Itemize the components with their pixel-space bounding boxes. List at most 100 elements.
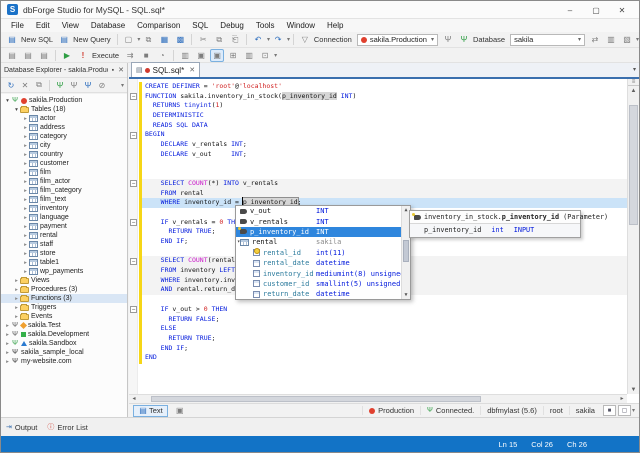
chevron-down-icon[interactable]: ▾ [267,36,270,43]
completion-item-v_rentals[interactable]: v_rentalsINT [236,216,401,226]
explorer-overflow-icon[interactable]: ▾ [121,82,124,89]
new-connection2-icon[interactable]: Ψ [82,79,94,92]
database-doc3-icon[interactable]: ▤ [37,49,51,62]
tree-item-city[interactable]: ▸city [1,141,127,150]
tree-item-table1[interactable]: ▸table1 [1,258,127,267]
expand-arrow-icon[interactable]: ▸ [22,197,29,203]
new-query-button[interactable]: New Query [73,35,111,44]
chevron-down-icon[interactable]: ▾ [287,36,290,43]
completion-item-return_date[interactable]: return_datedatetime [236,289,401,299]
toolbar-overflow-icon[interactable]: ▾ [636,36,639,43]
disconnect2-icon[interactable]: Ψ [68,79,80,92]
grid-icon[interactable]: ▥ [604,33,618,46]
expand-arrow-icon[interactable]: ▸ [22,206,29,212]
new-query-icon[interactable]: ▤ [57,33,71,46]
tree-item-views[interactable]: ▸Views [1,276,127,285]
tree-item-tables-18-[interactable]: ▾Tables (18) [1,105,127,114]
stop-icon[interactable]: ■ [139,49,153,62]
close-button[interactable]: ✕ [609,1,635,19]
expand-arrow-icon[interactable]: ▸ [22,152,29,158]
scroll-up-icon[interactable]: ▲ [628,88,639,94]
compare-icon[interactable]: ⇄ [588,33,602,46]
tree-item-payment[interactable]: ▸payment [1,222,127,231]
connect-icon[interactable]: Ψ [54,79,66,92]
completion-item-rental[interactable]: ▾rentalsakila [236,237,401,247]
tree-item-inventory[interactable]: ▸inventory [1,204,127,213]
expand-arrow-icon[interactable]: ▸ [4,341,11,347]
expand-arrow-icon[interactable]: ▾ [13,107,20,113]
menu-item-view[interactable]: View [56,21,85,30]
tree-item-film-category[interactable]: ▸film_category [1,186,127,195]
fold-marker-icon[interactable]: − [130,180,137,187]
layout-toggle2-icon[interactable]: ▢ [618,405,631,416]
expand-arrow-icon[interactable]: ▸ [22,143,29,149]
tree-item-customer[interactable]: ▸customer [1,159,127,168]
minimize-button[interactable]: – [557,1,583,19]
panel-close-icon[interactable]: ✕ [118,66,124,74]
completion-item-customer_id[interactable]: customer_idsmallint(5) unsigned [236,279,401,289]
filter-icon[interactable]: ▽ [298,33,312,46]
tree-item-address[interactable]: ▸address [1,123,127,132]
tree-item-sakila-development[interactable]: ▸Ψsakila.Development [1,330,127,339]
execute-icon[interactable]: ! [76,49,90,62]
execute-button[interactable]: Execute [92,51,119,60]
completion-item-v_out[interactable]: v_outINT [236,206,401,216]
expand-arrow-icon[interactable]: ▸ [22,251,29,257]
expand-arrow-icon[interactable]: ▸ [13,305,20,311]
menu-item-database[interactable]: Database [85,21,131,30]
stop2-icon[interactable]: ⊘ [96,79,108,92]
hscroll-thumb[interactable] [151,396,481,402]
box-icon[interactable]: ⊡ [258,49,272,62]
active-view-icon[interactable]: ▣ [210,49,224,62]
database-select[interactable]: sakila ▾ [510,34,585,46]
run-icon[interactable]: ▶ [60,49,74,62]
status-overflow-icon[interactable]: ▾ [632,407,635,414]
expand-arrow-icon[interactable]: ▸ [22,224,29,230]
menu-item-edit[interactable]: Edit [30,21,56,30]
fold-marker-icon[interactable]: − [130,258,137,265]
new-connection-icon[interactable]: Ψ [457,33,471,46]
tree-item-film-actor[interactable]: ▸film_actor [1,177,127,186]
layout-toggle-icon[interactable]: ■ [603,405,616,416]
menu-item-help[interactable]: Help [321,21,349,30]
completion-item-rental_date[interactable]: rental_datedatetime [236,258,401,268]
menu-item-tools[interactable]: Tools [250,21,281,30]
tree-item-film[interactable]: ▸film [1,168,127,177]
tree-item-category[interactable]: ▸category [1,132,127,141]
database-doc-icon[interactable]: ▤ [5,49,19,62]
frame-icon[interactable]: ▣ [194,49,208,62]
vertical-scrollbar[interactable]: ≡ ▲ ▼ [627,79,639,394]
new-window-icon[interactable]: ▢ [121,33,135,46]
expand-arrow-icon[interactable]: ▸ [22,116,29,122]
save-icon[interactable]: ▦ [157,33,171,46]
copy-icon[interactable]: ⧉ [212,33,226,46]
tree-item-language[interactable]: ▸language [1,213,127,222]
scroll-thumb[interactable] [629,105,638,225]
snippet-icon[interactable]: ▣ [173,404,187,417]
open-icon[interactable]: ⧉ [141,33,155,46]
expand-arrow-icon[interactable]: ▸ [22,215,29,221]
expand-arrow-icon[interactable]: ▸ [22,233,29,239]
expand-arrow-icon[interactable]: ▸ [22,260,29,266]
disconnect-icon[interactable]: Ψ [441,33,455,46]
toolbar2-overflow-icon[interactable]: ▾ [274,52,277,59]
scroll-down-icon[interactable]: ▼ [402,292,410,298]
database-doc2-icon[interactable]: ▤ [21,49,35,62]
fold-marker-icon[interactable]: − [130,93,137,100]
menu-item-sql[interactable]: SQL [186,21,214,30]
step-icon[interactable]: ⇉ [123,49,137,62]
tree-item-staff[interactable]: ▸staff [1,240,127,249]
tree-item-wp-payments[interactable]: ▸wp_payments [1,267,127,276]
redo-icon[interactable]: ↷ [271,33,285,46]
tab-list-icon[interactable]: ▾ [633,66,636,73]
duplicate-icon[interactable]: ⧉ [33,79,45,92]
expand-arrow-icon[interactable]: ▸ [22,125,29,131]
fold-marker-icon[interactable]: − [130,219,137,226]
popup-scroll-thumb[interactable] [403,240,409,262]
splitter-handle[interactable]: ≡ [628,79,639,86]
expand-arrow-icon[interactable]: ▾ [4,98,11,104]
results-icon[interactable]: ▥ [242,49,256,62]
fold-marker-icon[interactable]: − [130,132,137,139]
tree-item-procedures-3-[interactable]: ▸Procedures (3) [1,285,127,294]
history-icon[interactable]: ◔ [155,49,169,62]
